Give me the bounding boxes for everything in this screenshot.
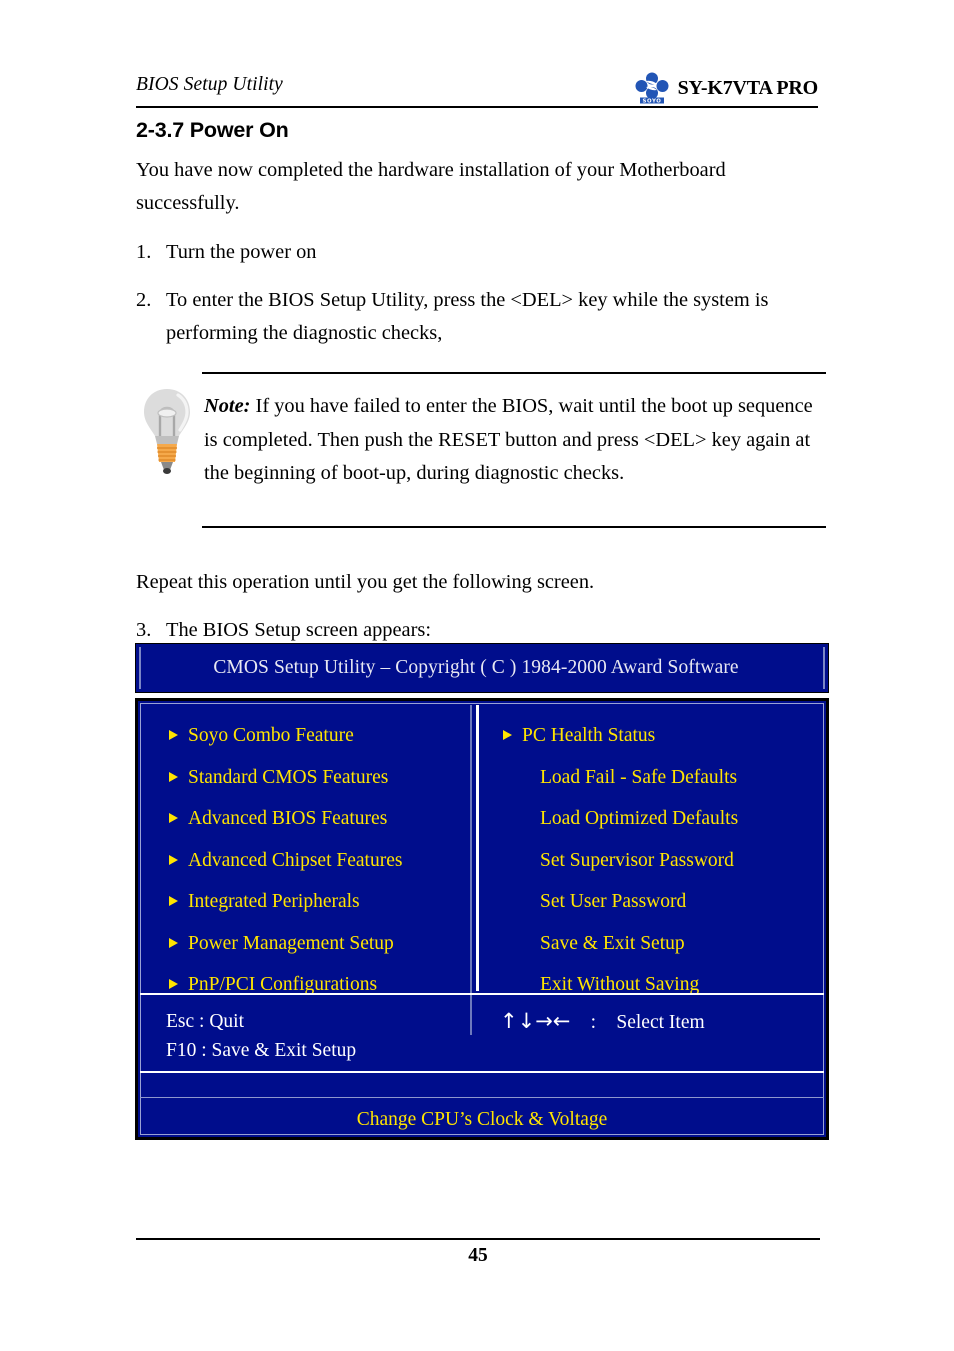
menu-item-pc-health-status[interactable]: PC Health Status <box>500 715 820 757</box>
note-callout: Note: If you have failed to enter the BI… <box>136 372 826 532</box>
column-divider <box>476 705 479 991</box>
repeat-paragraph: Repeat this operation until you get the … <box>136 571 595 593</box>
menu-item-advanced-chipset-features[interactable]: Advanced Chipset Features <box>166 840 476 882</box>
legend-colon: : <box>590 1012 597 1033</box>
bios-menu-area: Soyo Combo Feature Standard CMOS Feature… <box>138 701 826 1035</box>
header-model-name: SY-K7VTA PRO <box>677 76 819 99</box>
list-item: 2. To enter the BIOS Setup Utility, pres… <box>136 284 836 350</box>
list-item: 1. Turn the power on <box>136 236 836 269</box>
menu-item-integrated-peripherals[interactable]: Integrated Peripherals <box>166 881 476 923</box>
menu-item-label: Set User Password <box>540 891 687 912</box>
page-title: 2-3.7 Power On <box>136 118 289 142</box>
triangle-bullet-icon <box>169 813 178 824</box>
menu-item-load-optimized-defaults[interactable]: Load Optimized Defaults <box>500 798 820 840</box>
menu-item-label: Advanced BIOS Features <box>188 808 388 829</box>
menu-item-label: PC Health Status <box>522 725 656 746</box>
menu-item-label: Exit Without Saving <box>540 974 700 995</box>
menu-item-set-supervisor-password[interactable]: Set Supervisor Password <box>500 840 820 882</box>
soyo-logo-icon: SOYO <box>635 72 669 104</box>
bios-main-panel: Soyo Combo Feature Standard CMOS Feature… <box>135 698 829 1140</box>
note-text: Note: If you have failed to enter the BI… <box>204 390 824 491</box>
bios-setup-screen: CMOS Setup Utility – Copyright ( C ) 198… <box>135 643 829 1140</box>
triangle-bullet-icon <box>169 730 178 741</box>
triangle-bullet-icon <box>169 979 178 990</box>
menu-item-soyo-combo-feature[interactable]: Soyo Combo Feature <box>166 715 476 757</box>
menu-item-label: Advanced Chipset Features <box>188 849 403 871</box>
bios-key-legend-right: ↑↓→←: Select Item <box>500 1009 705 1034</box>
bios-key-legend-left: Esc : Quit F10 : Save & Exit Setup <box>166 1011 357 1061</box>
bios-right-menu: PC Health Status Load Fail - Safe Defaul… <box>500 715 820 1006</box>
header-brand-group: SOYO SY-K7VTA PRO <box>635 72 818 104</box>
menu-item-label: Save & Exit Setup <box>540 932 685 954</box>
menu-item-label: PnP/PCI Configurations <box>188 974 378 995</box>
menu-item-power-management-setup[interactable]: Power Management Setup <box>166 923 476 965</box>
page-header: BIOS Setup Utility SOYO SY-K7VTA PRO <box>136 72 818 108</box>
note-label: Note: <box>204 395 251 417</box>
bios-description-text: Change CPU’s Clock & Voltage <box>356 1109 608 1130</box>
triangle-bullet-icon <box>503 730 512 741</box>
menu-item-label: Integrated Peripherals <box>188 891 360 912</box>
list-item-label: Turn the power on <box>166 241 317 263</box>
note-body: If you have failed to enter the BIOS, wa… <box>204 395 813 484</box>
legend-action-label: Select Item <box>616 1012 705 1033</box>
menu-item-label: Set Supervisor Password <box>540 849 734 871</box>
bios-left-menu: Soyo Combo Feature Standard CMOS Feature… <box>166 715 476 1006</box>
menu-item-load-fail-safe-defaults[interactable]: Load Fail - Safe Defaults <box>500 757 820 799</box>
bios-description-band: Change CPU’s Clock & Voltage <box>140 1097 824 1135</box>
titlebar-left-edge <box>139 647 141 689</box>
page-number: 45 <box>468 1245 488 1266</box>
list-item-number: 1. <box>136 241 152 263</box>
menu-item-save-and-exit-setup[interactable]: Save & Exit Setup <box>500 923 820 965</box>
menu-item-set-user-password[interactable]: Set User Password <box>500 881 820 923</box>
menu-item-advanced-bios-features[interactable]: Advanced BIOS Features <box>166 798 476 840</box>
menu-item-label: Load Optimized Defaults <box>540 808 739 829</box>
lightbulb-icon <box>138 386 196 478</box>
bios-spacer-band <box>140 1071 824 1097</box>
footer-divider <box>136 1238 820 1241</box>
header-document-title: BIOS Setup Utility <box>136 74 283 95</box>
intro-paragraph: You have now completed the hardware inst… <box>136 159 726 214</box>
svg-text:SOYO: SOYO <box>642 99 661 104</box>
triangle-bullet-icon <box>169 771 178 782</box>
bios-title-text: CMOS Setup Utility – Copyright ( C ) 198… <box>213 657 739 678</box>
menu-item-label: Soyo Combo Feature <box>188 725 354 746</box>
note-top-divider <box>202 372 826 374</box>
note-bottom-divider <box>202 526 826 528</box>
menu-item-label: Standard CMOS Features <box>188 766 389 788</box>
titlebar-right-edge <box>823 647 825 689</box>
menu-item-label: Load Fail - Safe Defaults <box>540 766 738 788</box>
list-item-number: 2. <box>136 289 152 311</box>
list-item-label: To enter the BIOS Setup Utility, press t… <box>166 289 769 344</box>
triangle-bullet-icon <box>169 937 178 948</box>
triangle-bullet-icon <box>169 896 178 907</box>
bios-title-bar: CMOS Setup Utility – Copyright ( C ) 198… <box>135 643 829 693</box>
arrow-keys-icon: ↑↓→← <box>500 1009 571 1033</box>
triangle-bullet-icon <box>169 854 178 865</box>
menu-item-label: Power Management Setup <box>188 932 394 954</box>
menu-item-standard-cmos-features[interactable]: Standard CMOS Features <box>166 757 476 799</box>
bios-key-legend-row: Esc : Quit F10 : Save & Exit Setup ↑↓→←:… <box>140 993 824 1071</box>
